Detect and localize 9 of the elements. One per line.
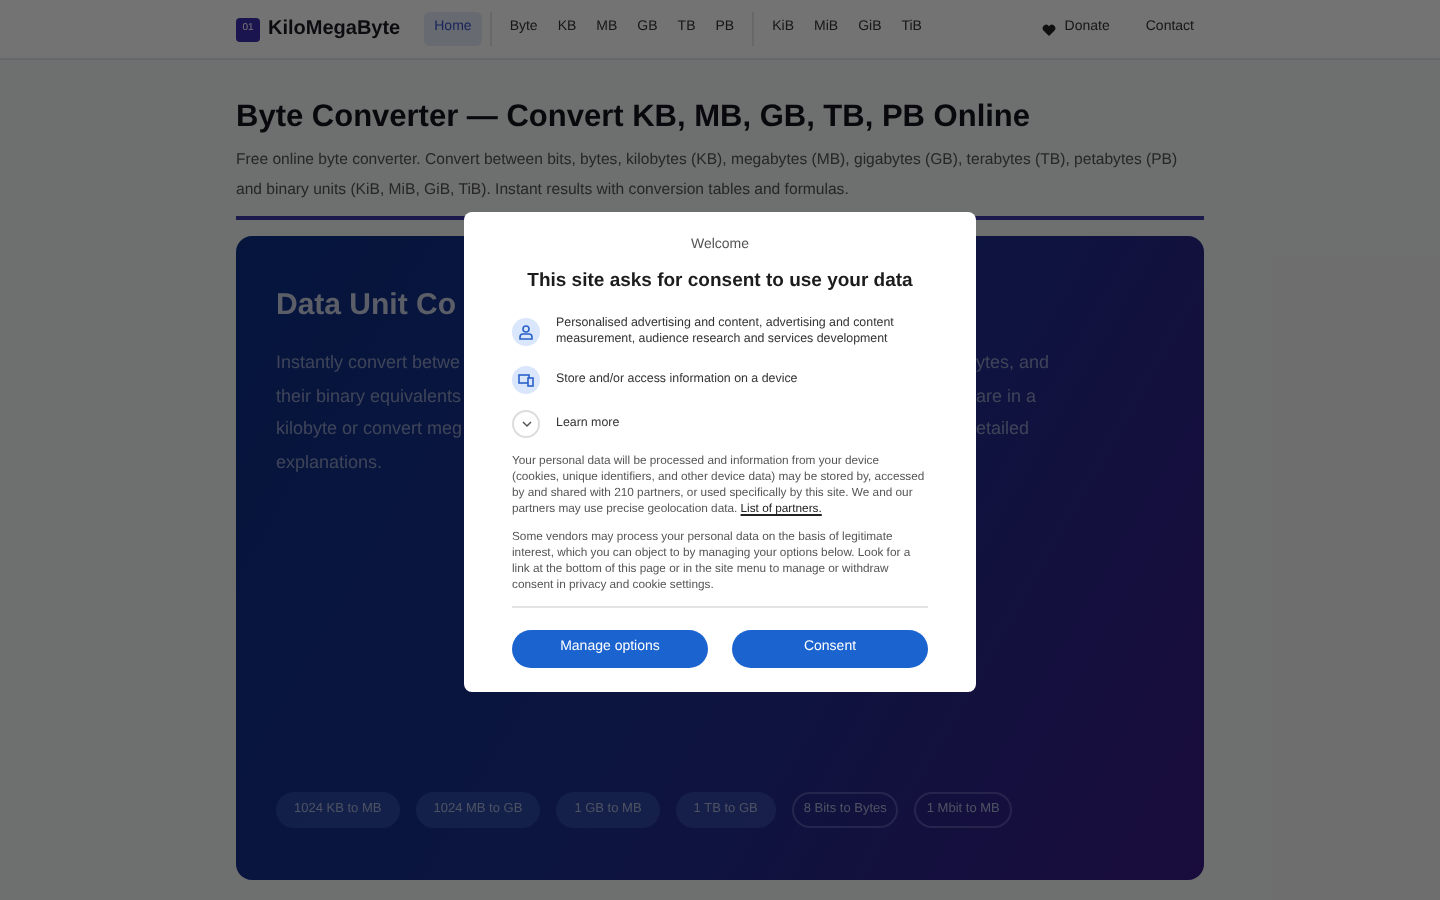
person-icon: [518, 324, 534, 341]
heart-icon: [1042, 23, 1057, 35]
dialog-title: This site asks for consent to use your data: [525, 267, 915, 295]
hero-title: Data Unit Co: [276, 285, 456, 326]
chevron-down-icon: [521, 419, 531, 428]
page-title: Byte Converter — Convert KB, MB, GB, TB, PB Online: [236, 100, 1033, 138]
devices-icon: [518, 371, 534, 388]
expand-button[interactable]: [512, 409, 540, 438]
brand-name[interactable]: KiloMegaByte: [268, 14, 401, 44]
